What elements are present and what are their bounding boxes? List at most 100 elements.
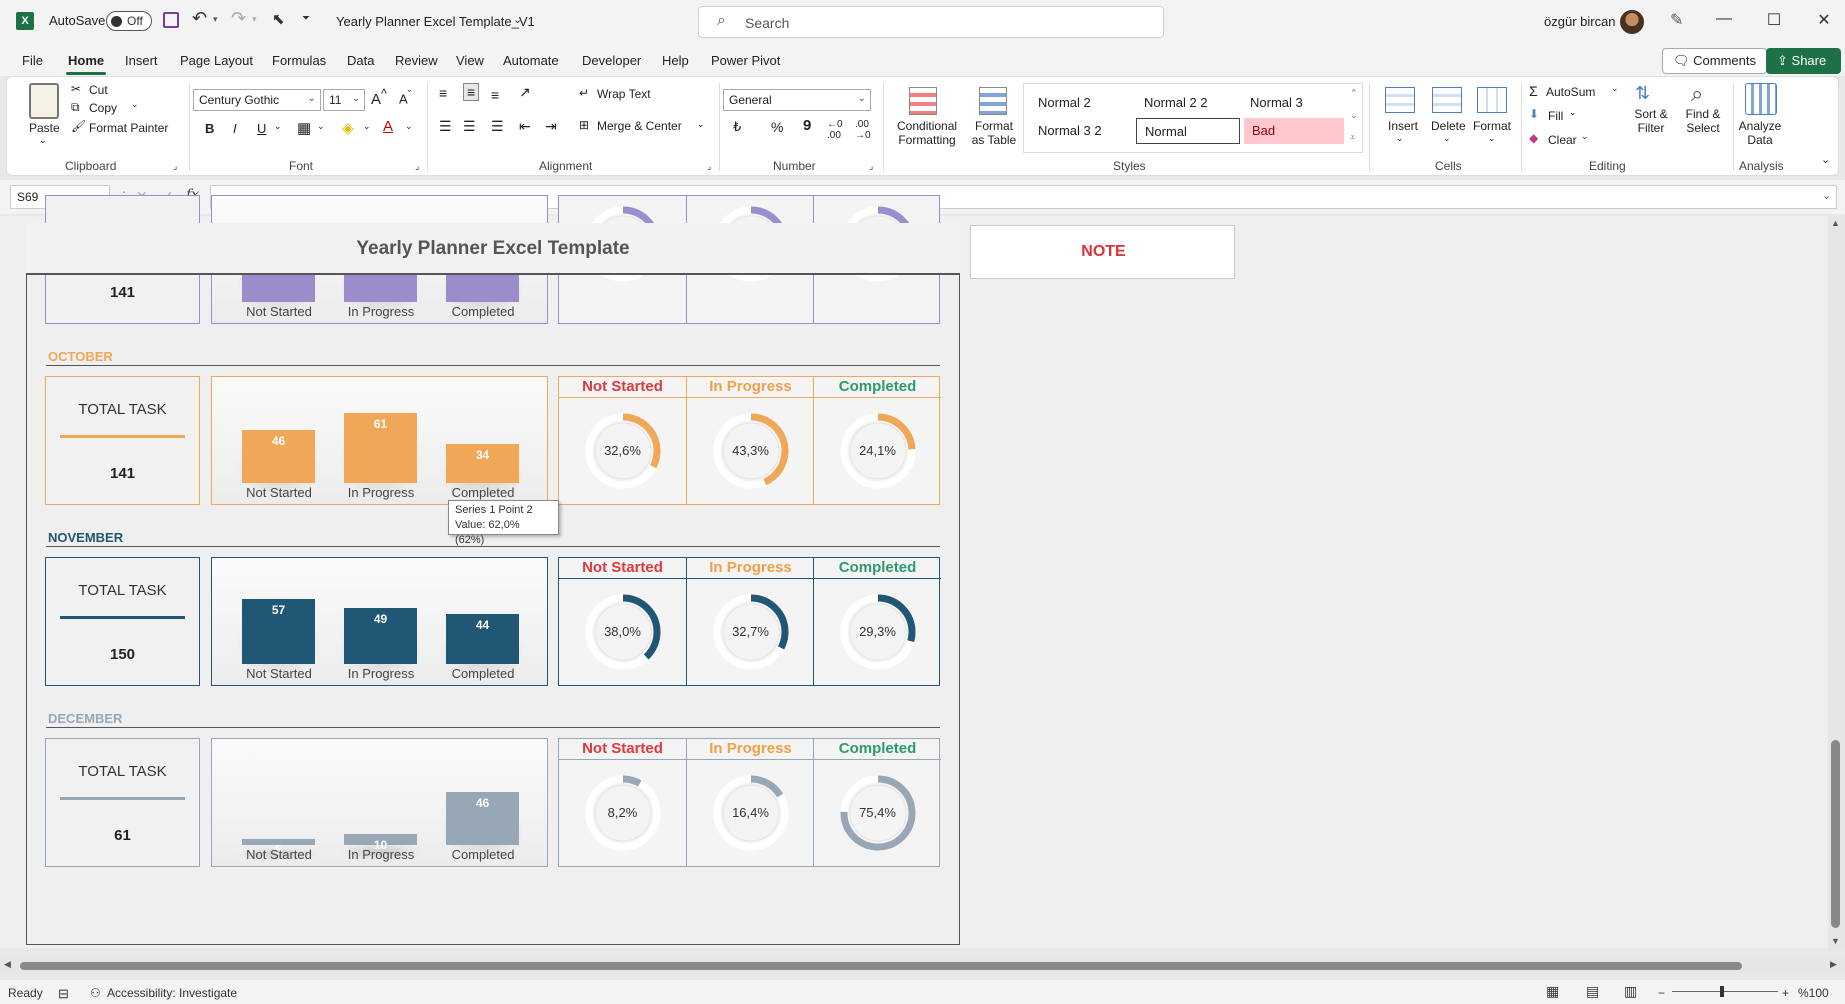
tab-home[interactable]: Home — [68, 53, 104, 68]
tab-insert[interactable]: Insert — [125, 53, 158, 68]
italic-button[interactable]: I — [233, 121, 237, 136]
style-normal-3-2[interactable]: Normal 3 2 — [1030, 118, 1130, 144]
align-top-icon[interactable]: ≡ — [439, 85, 447, 101]
style-normal-2[interactable]: Normal 2 — [1030, 90, 1130, 116]
zoom-slider-thumb[interactable] — [1720, 986, 1724, 997]
cut-button[interactable]: Cut — [89, 83, 108, 97]
autosave-toggle[interactable]: Off — [106, 11, 152, 31]
bar-chart[interactable]: 57 Not Started 49 In Progress 44 Completed — [211, 557, 548, 686]
underline-chevron-icon[interactable]: ⌄ — [274, 121, 282, 132]
find-select-button[interactable]: Find & Select — [1677, 107, 1729, 135]
sort-filter-icon[interactable]: ⇅ — [1635, 83, 1650, 104]
maximize-icon[interactable]: ☐ — [1762, 10, 1786, 34]
gallery-scroll-up-icon[interactable]: ⌃ — [1350, 88, 1358, 99]
number-format-select[interactable]: General ⌄ — [723, 89, 871, 111]
font-size-select[interactable]: 11 ⌄ — [323, 89, 365, 111]
macro-record-icon[interactable]: ⊟ — [58, 986, 69, 1002]
alignment-launcher-icon[interactable]: ⌟ — [707, 161, 711, 172]
tab-developer[interactable]: Developer — [582, 53, 641, 68]
paste-icon[interactable] — [29, 83, 59, 119]
customize-toolbar-icon[interactable]: ⏷ — [302, 13, 310, 24]
wrap-text-icon[interactable]: ↵ — [579, 86, 589, 100]
insert-cells-icon[interactable] — [1385, 87, 1415, 113]
search-box[interactable]: ⌕ Search — [698, 6, 1164, 38]
delete-cells-icon[interactable] — [1432, 87, 1462, 113]
percent-icon[interactable]: % — [771, 119, 783, 135]
gallery-scroll-down-icon[interactable]: ⌄ — [1350, 110, 1358, 121]
paste-button[interactable]: Paste — [29, 121, 60, 135]
copy-button[interactable]: Copy — [89, 101, 117, 115]
currency-icon[interactable]: ₺ — [733, 119, 741, 135]
tab-view[interactable]: View — [456, 53, 484, 68]
borders-icon[interactable]: ▦ — [297, 119, 311, 137]
close-icon[interactable]: ✕ — [1812, 10, 1836, 34]
tab-page-layout[interactable]: Page Layout — [180, 53, 253, 68]
merge-chevron-icon[interactable]: ⌄ — [697, 119, 705, 130]
conditional-formatting-icon[interactable] — [909, 87, 937, 115]
align-left-icon[interactable]: ☰ — [439, 118, 452, 135]
align-bottom-icon[interactable]: ≡ — [491, 87, 499, 103]
tab-file[interactable]: File — [22, 53, 43, 68]
fill-color-chevron-icon[interactable]: ⌄ — [363, 121, 371, 132]
style-normal[interactable]: Normal — [1136, 118, 1240, 144]
style-bad[interactable]: Bad — [1244, 118, 1344, 144]
share-button[interactable]: ⇪ Share — [1766, 48, 1841, 74]
fill-icon[interactable]: ⬇ — [1529, 107, 1539, 121]
zoom-out-icon[interactable]: − — [1658, 986, 1665, 1000]
tab-data[interactable]: Data — [347, 53, 374, 68]
save-icon[interactable] — [163, 12, 179, 28]
zoom-slider[interactable] — [1672, 991, 1778, 992]
autosum-icon[interactable]: Σ — [1529, 83, 1538, 99]
style-normal-2-2[interactable]: Normal 2 2 — [1136, 90, 1236, 116]
orientation-icon[interactable]: ↗ — [519, 84, 531, 101]
scroll-down-icon[interactable]: ▼ — [1831, 936, 1840, 946]
shrink-font-icon[interactable]: Aˇ — [399, 89, 411, 106]
font-launcher-icon[interactable]: ⌟ — [415, 161, 419, 172]
cut-icon[interactable]: ✂ — [71, 82, 81, 96]
font-name-select[interactable]: Century Gothic ⌄ — [193, 89, 321, 111]
align-middle-icon[interactable]: ≡ — [463, 83, 480, 101]
scroll-up-icon[interactable]: ▲ — [1831, 218, 1840, 228]
borders-chevron-icon[interactable]: ⌄ — [317, 121, 325, 132]
merge-center-button[interactable]: Merge & Center — [597, 119, 682, 133]
undo-icon[interactable]: ↶ — [192, 8, 207, 29]
normal-view-icon[interactable]: ▦ — [1546, 983, 1559, 1000]
clipboard-launcher-icon[interactable]: ⌟ — [173, 161, 177, 172]
format-cells-button[interactable]: Format — [1473, 119, 1511, 133]
merge-center-icon[interactable]: ⊞ — [579, 118, 589, 132]
clear-chevron-icon[interactable]: ⌄ — [1581, 131, 1589, 142]
tab-power-pivot[interactable]: Power Pivot — [711, 53, 780, 68]
font-color-chevron-icon[interactable]: ⌄ — [405, 121, 413, 132]
paste-chevron-icon[interactable]: ⌄ — [39, 135, 47, 146]
tab-formulas[interactable]: Formulas — [272, 53, 326, 68]
minimize-icon[interactable]: — — [1712, 10, 1736, 34]
wrap-text-button[interactable]: Wrap Text — [597, 87, 651, 101]
delete-cells-button[interactable]: Delete — [1431, 119, 1466, 133]
zoom-level[interactable]: %100 — [1798, 986, 1829, 1000]
format-painter-icon[interactable]: 🖌 — [71, 119, 86, 133]
filename-chevron-icon[interactable]: ⌄ — [513, 13, 522, 26]
delete-chevron-icon[interactable]: ⌄ — [1443, 133, 1451, 144]
horizontal-scroll-thumb[interactable] — [20, 962, 1742, 970]
pointer-mode-icon[interactable]: ⬉ — [272, 10, 285, 28]
accessibility-icon[interactable]: ⚇ — [90, 986, 101, 1000]
clear-icon[interactable]: ◆ — [1529, 131, 1538, 145]
tab-automate[interactable]: Automate — [503, 53, 559, 68]
insert-cells-button[interactable]: Insert — [1388, 119, 1418, 133]
clear-button[interactable]: Clear — [1548, 133, 1577, 147]
align-center-icon[interactable]: ☰ — [463, 118, 476, 135]
format-painter-button[interactable]: Format Painter — [89, 121, 168, 135]
grow-font-icon[interactable]: A^ — [371, 87, 387, 108]
scroll-left-icon[interactable]: ◀ — [4, 959, 11, 970]
accessibility-status[interactable]: Accessibility: Investigate — [107, 986, 237, 1000]
conditional-formatting-button[interactable]: Conditional Formatting — [897, 119, 957, 147]
number-launcher-icon[interactable]: ⌟ — [869, 161, 873, 172]
collapse-ribbon-icon[interactable]: ⌄ — [1821, 153, 1830, 166]
format-table-icon[interactable] — [979, 87, 1007, 115]
gallery-more-icon[interactable]: ⩡ — [1350, 132, 1355, 143]
font-color-icon[interactable]: A — [383, 118, 393, 135]
format-table-button[interactable]: Format as Table — [969, 119, 1019, 147]
user-name[interactable]: özgür bircan — [1544, 14, 1616, 29]
analyze-data-button[interactable]: Analyze Data — [1735, 119, 1785, 147]
scroll-right-icon[interactable]: ▶ — [1830, 959, 1837, 970]
